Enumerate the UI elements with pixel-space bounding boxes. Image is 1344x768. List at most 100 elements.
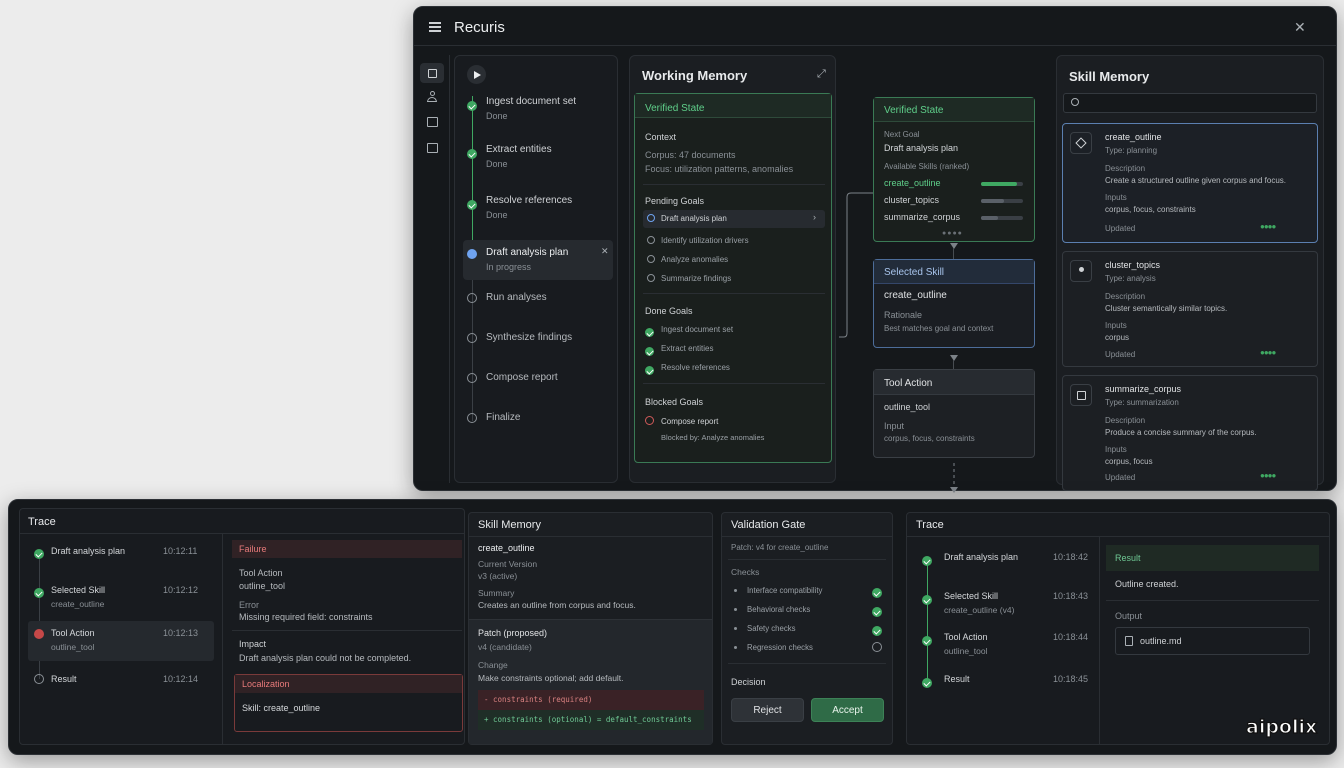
- pending-icon: [467, 413, 477, 423]
- skill-card-create-outline[interactable]: create_outline Type: planning Descriptio…: [1062, 123, 1318, 243]
- skill-score-bar: [981, 182, 1023, 186]
- status-dots: ●●●●: [1260, 471, 1276, 480]
- done-goal-row: Extract entities: [645, 343, 713, 361]
- pending-goal-row[interactable]: Draft analysis plan ›: [643, 210, 825, 228]
- patch-section: Patch (proposed) v4 (candidate) Change M…: [469, 619, 712, 744]
- bottom-window: Trace Draft analysis plan 10:12:11 Selec…: [8, 499, 1337, 755]
- working-memory-panel: Working Memory ⤢ Verified State Context …: [629, 55, 836, 483]
- status-dots: ●●●●: [1260, 222, 1276, 231]
- flow-selected-skill-card: Selected Skill create_outline Rationale …: [873, 259, 1035, 348]
- goal-status-icon: [647, 255, 655, 263]
- trace-row[interactable]: Selected Skill create_outline 10:12:12: [34, 585, 214, 609]
- diff-removed-line: - constraints (required): [478, 690, 704, 710]
- skill-score-bar: [981, 216, 1023, 220]
- user-nav-icon[interactable]: [426, 91, 438, 103]
- plan-step-resolve[interactable]: Resolve references Done: [467, 195, 572, 220]
- done-icon: [467, 200, 477, 210]
- done-icon: [34, 549, 44, 559]
- search-icon: [1071, 98, 1079, 106]
- blocked-icon: [645, 416, 654, 425]
- done-icon: [922, 556, 932, 566]
- ranked-skill[interactable]: create_outline: [884, 178, 1029, 188]
- skill-card-summarize-corpus[interactable]: summarize_corpus Type: summarization Des…: [1062, 375, 1318, 491]
- validation-gate-panel: Validation Gate Patch: v4 for create_out…: [721, 512, 893, 745]
- list-nav-icon[interactable]: [427, 117, 438, 127]
- failure-card: Failure Tool Action outline_tool Error M…: [232, 540, 462, 663]
- cluster-icon: [1070, 260, 1092, 282]
- pending-icon: [34, 674, 44, 684]
- check-passed-icon: [872, 626, 882, 636]
- trace-row[interactable]: Draft analysis plan 10:18:42: [922, 552, 1102, 570]
- app-title: Recuris: [454, 19, 505, 36]
- output-file[interactable]: outline.md: [1115, 627, 1310, 655]
- skill-memory-patch-panel: Skill Memory create_outline Current Vers…: [468, 512, 713, 745]
- play-button[interactable]: [467, 65, 486, 84]
- verified-state-card: Verified State Context Corpus: 47 docume…: [634, 93, 832, 463]
- error-icon: [34, 629, 44, 639]
- done-icon: [922, 678, 932, 688]
- status-dots: ●●●●: [1260, 348, 1276, 357]
- done-icon: [922, 595, 932, 605]
- trace-row[interactable]: Selected Skill create_outline (v4) 10:18…: [922, 591, 1102, 615]
- check-row: Safety checks: [734, 624, 884, 642]
- skill-card-cluster-topics[interactable]: cluster_topics Type: analysis Descriptio…: [1062, 251, 1318, 367]
- done-icon: [645, 366, 654, 375]
- pending-icon: [467, 333, 477, 343]
- chevron-right-icon: ›: [813, 212, 816, 222]
- in-progress-icon: [467, 249, 477, 259]
- trace-panel-success: Trace Draft analysis plan 10:18:42 Selec…: [906, 512, 1330, 745]
- file-icon: [1125, 636, 1133, 646]
- check-passed-icon: [872, 588, 882, 598]
- done-goal-row: Ingest document set: [645, 324, 733, 342]
- expand-icon[interactable]: ⤢: [817, 68, 826, 81]
- plan-panel: Ingest document set Done Extract entitie…: [454, 55, 618, 483]
- plan-step-draft[interactable]: Draft analysis plan In progress ✕: [463, 240, 613, 280]
- trace-row[interactable]: Draft analysis plan 10:12:11: [34, 546, 214, 564]
- trace-row[interactable]: Result 10:18:45: [922, 674, 1102, 692]
- plan-step-ingest[interactable]: Ingest document set Done: [467, 96, 576, 121]
- result-card: Result Outline created. Output outline.m…: [1106, 545, 1319, 665]
- done-goal-row: Resolve references: [645, 362, 730, 380]
- document-nav-icon[interactable]: [420, 63, 444, 83]
- skill-score-bar: [981, 199, 1023, 203]
- diff-added-line: + constraints (optional) = default_const…: [478, 710, 704, 730]
- check-pending-icon: [872, 642, 882, 652]
- check-passed-icon: [872, 607, 882, 617]
- notes-nav-icon[interactable]: [427, 143, 438, 153]
- done-icon: [645, 328, 654, 337]
- document-icon: [1070, 384, 1092, 406]
- close-icon[interactable]: ✕: [1294, 19, 1306, 36]
- plan-step-extract[interactable]: Extract entities Done: [467, 144, 552, 169]
- localization-card: Localization Skill: create_outline: [234, 674, 463, 732]
- skill-memory-panel: Skill Memory create_outline Type: planni…: [1056, 55, 1324, 491]
- menu-icon[interactable]: [429, 22, 441, 32]
- dismiss-icon[interactable]: ✕: [601, 246, 609, 257]
- more-indicator: ●●●●: [942, 230, 963, 237]
- done-icon: [922, 636, 932, 646]
- trace-row-failed[interactable]: Tool Action outline_tool 10:12:13: [28, 621, 214, 661]
- done-icon: [645, 347, 654, 356]
- ranked-skill[interactable]: summarize_corpus: [884, 212, 1029, 222]
- search-input[interactable]: [1063, 93, 1317, 113]
- brand-logo: aipolix: [1245, 715, 1318, 738]
- main-window: Recuris ✕ Ingest document set Done Extra…: [413, 6, 1337, 493]
- done-icon: [34, 588, 44, 598]
- check-row: Interface compatibility: [734, 586, 884, 604]
- check-row: Behavioral checks: [734, 605, 884, 623]
- goal-status-icon: [647, 274, 655, 282]
- accept-button[interactable]: Accept: [811, 698, 884, 722]
- trace-row[interactable]: Tool Action outline_tool 10:18:44: [922, 632, 1102, 656]
- reject-button[interactable]: Reject: [731, 698, 804, 722]
- icon-rail: [414, 55, 450, 483]
- flow-verified-card: Verified State Next Goal Draft analysis …: [873, 97, 1035, 242]
- flow-tool-action-card: Tool Action outline_tool Input corpus, f…: [873, 369, 1035, 458]
- trace-panel-failure: Trace Draft analysis plan 10:12:11 Selec…: [19, 508, 465, 745]
- goal-status-icon: [647, 214, 655, 222]
- goal-status-icon: [647, 236, 655, 244]
- outline-icon: [1070, 132, 1092, 154]
- done-icon: [467, 149, 477, 159]
- ranked-skill[interactable]: cluster_topics: [884, 195, 1029, 205]
- pending-icon: [467, 293, 477, 303]
- done-icon: [467, 101, 477, 111]
- pending-icon: [467, 373, 477, 383]
